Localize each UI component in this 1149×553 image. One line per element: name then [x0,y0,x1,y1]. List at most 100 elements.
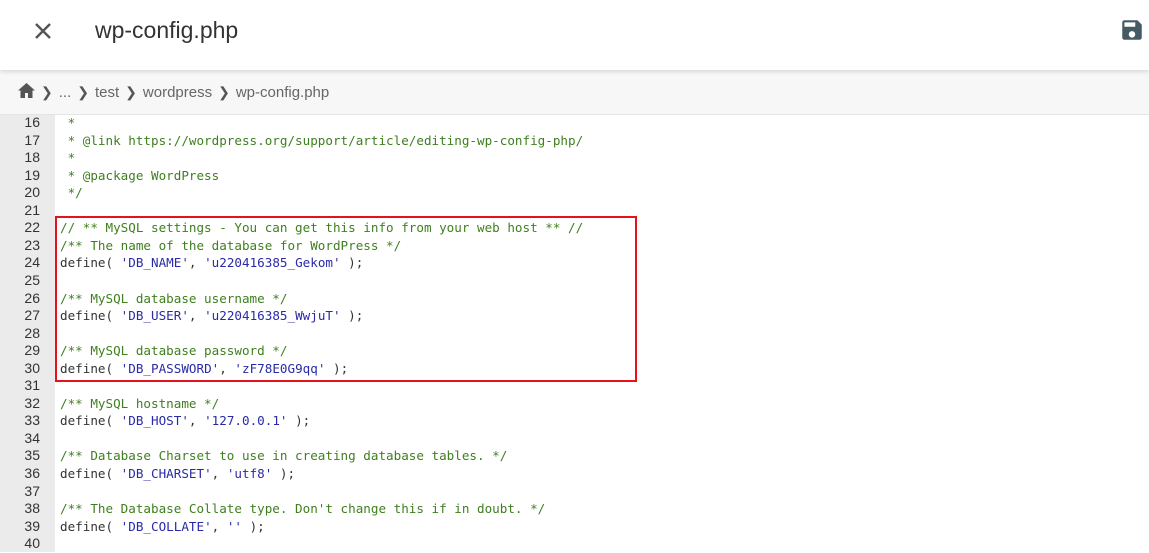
code-comment: */ [60,185,83,201]
code-line[interactable]: 31 [0,377,1149,395]
chevron-right-icon: ❯ [77,83,89,100]
line-code: /** The Database Collate type. Don't cha… [60,500,545,518]
code-text: ); [340,308,364,324]
line-number: 24 [24,254,40,271]
code-line[interactable]: 40 [0,535,1149,553]
line-number: 26 [24,289,40,306]
breadcrumb-wordpress[interactable]: wordpress [143,84,212,101]
line-number: 23 [24,236,40,253]
line-number: 19 [24,166,40,183]
code-text: , [188,308,205,324]
code-line[interactable]: 19 * @package WordPress [0,167,1149,185]
code-comment: // ** MySQL settings - You can get this … [60,220,584,236]
code-text: , [211,518,227,534]
line-code: /** Database Charset to use in creating … [60,447,507,465]
code-line[interactable]: 17 * @link https://wordpress.org/support… [0,132,1149,150]
code-text: define( [60,518,121,534]
line-code: /** The name of the database for WordPre… [60,237,401,255]
code-line[interactable]: 27 define( 'DB_USER', 'u220416385_WwjuT' … [0,307,1149,325]
line-number: 17 [24,131,40,148]
code-line[interactable]: 30 define( 'DB_PASSWORD', 'zF78E0G9qq' ); [0,360,1149,378]
code-line[interactable]: 26 /** MySQL database username */ [0,290,1149,308]
code-line[interactable]: 32 /** MySQL hostname */ [0,395,1149,413]
line-code: /** MySQL database password */ [60,342,287,360]
line-code: * @package WordPress [60,167,220,185]
line-code: // ** MySQL settings - You can get this … [60,219,583,237]
close-icon[interactable] [30,18,56,44]
editor-header: wp-config.php [0,0,1149,70]
save-icon[interactable] [1119,17,1145,43]
code-line[interactable]: 25 [0,272,1149,290]
line-number: 40 [24,535,40,552]
code-line[interactable]: 20 */ [0,184,1149,202]
code-text: , [188,255,205,271]
code-comment: /** MySQL hostname */ [60,395,220,411]
breadcrumb: ❯ ... ❯ test ❯ wordpress ❯ wp-config.php [0,70,1149,115]
code-line[interactable]: 29 /** MySQL database password */ [0,342,1149,360]
line-code: define( 'DB_NAME', 'u220416385_Gekom' ); [60,254,363,272]
code-line[interactable]: 33 define( 'DB_HOST', '127.0.0.1' ); [0,412,1149,430]
code-text: , [219,360,235,376]
line-code: define( 'DB_USER', 'u220416385_WwjuT' ); [60,307,363,325]
line-number: 28 [24,324,40,341]
breadcrumb-ellipsis[interactable]: ... [59,84,72,101]
line-code: /** MySQL hostname */ [60,395,219,413]
code-text: define( [60,413,121,429]
line-number: 22 [24,219,40,236]
line-code: * [60,149,76,167]
line-number: 29 [24,342,40,359]
code-line[interactable]: 21 [0,202,1149,220]
code-string: 'DB_HOST' [120,413,189,429]
line-number: 33 [24,412,40,429]
line-code: /** MySQL database username */ [60,290,287,308]
line-number: 37 [24,482,40,499]
code-string: 'DB_COLLATE' [120,518,212,534]
code-text: define( [60,466,121,481]
code-editor[interactable]: 16 * 17 * @link https://wordpress.org/sup… [0,114,1149,553]
breadcrumb-test[interactable]: test [95,84,119,101]
line-number: 32 [24,394,40,411]
code-line[interactable]: 28 [0,325,1149,343]
code-line[interactable]: 39 define( 'DB_COLLATE', '' ); [0,518,1149,536]
code-comment: /** The Database Collate type. Don't cha… [60,501,546,517]
code-text: ); [340,255,364,271]
code-text: ); [287,413,311,429]
line-number: 27 [24,307,40,324]
code-string: '' [226,518,243,534]
line-code: define( 'DB_HOST', '127.0.0.1' ); [60,412,310,430]
code-comment: * @package WordPress [60,167,220,183]
line-code: define( 'DB_COLLATE', '' ); [60,518,265,536]
code-comment: * @link https://wordpress.org/support/ar… [60,132,584,148]
code-line[interactable]: 37 [0,483,1149,501]
chevron-right-icon: ❯ [125,83,137,100]
code-string: 'zF78E0G9qq' [234,360,326,376]
code-string: 'DB_NAME' [120,255,189,271]
home-icon[interactable] [18,82,35,102]
line-number: 20 [24,184,40,201]
line-number: 39 [24,517,40,534]
code-line[interactable]: 38 /** The Database Collate type. Don't c… [0,500,1149,518]
file-title: wp-config.php [95,17,239,43]
line-number: 30 [24,359,40,376]
code-line[interactable]: 23 /** The name of the database for WordP… [0,237,1149,255]
line-code: define( 'DB_CHARSET', 'utf8' ); [60,465,295,483]
chevron-right-icon: ❯ [41,83,53,100]
code-line[interactable]: 35 /** Database Charset to use in creatin… [0,447,1149,465]
code-text: define( [60,255,121,271]
code-line[interactable]: 16 * [0,114,1149,132]
code-string: 'u220416385_WwjuT' [204,308,341,324]
code-string: '127.0.0.1' [204,413,288,429]
code-text: define( [60,308,121,324]
code-line[interactable]: 24 define( 'DB_NAME', 'u220416385_Gekom' … [0,254,1149,272]
code-comment: /** MySQL database password */ [60,343,288,359]
code-line[interactable]: 36 define( 'DB_CHARSET', 'utf8' ); [0,465,1149,483]
code-text: ); [272,466,296,481]
code-line[interactable]: 18 * [0,149,1149,167]
code-comment: * [60,115,76,130]
breadcrumb-current-file: wp-config.php [235,83,330,101]
code-comment: * [60,150,76,166]
chevron-right-icon: ❯ [218,83,230,100]
code-line[interactable]: 34 [0,430,1149,448]
code-line[interactable]: 22 // ** MySQL settings - You can get thi… [0,219,1149,237]
code-text: , [211,466,227,481]
